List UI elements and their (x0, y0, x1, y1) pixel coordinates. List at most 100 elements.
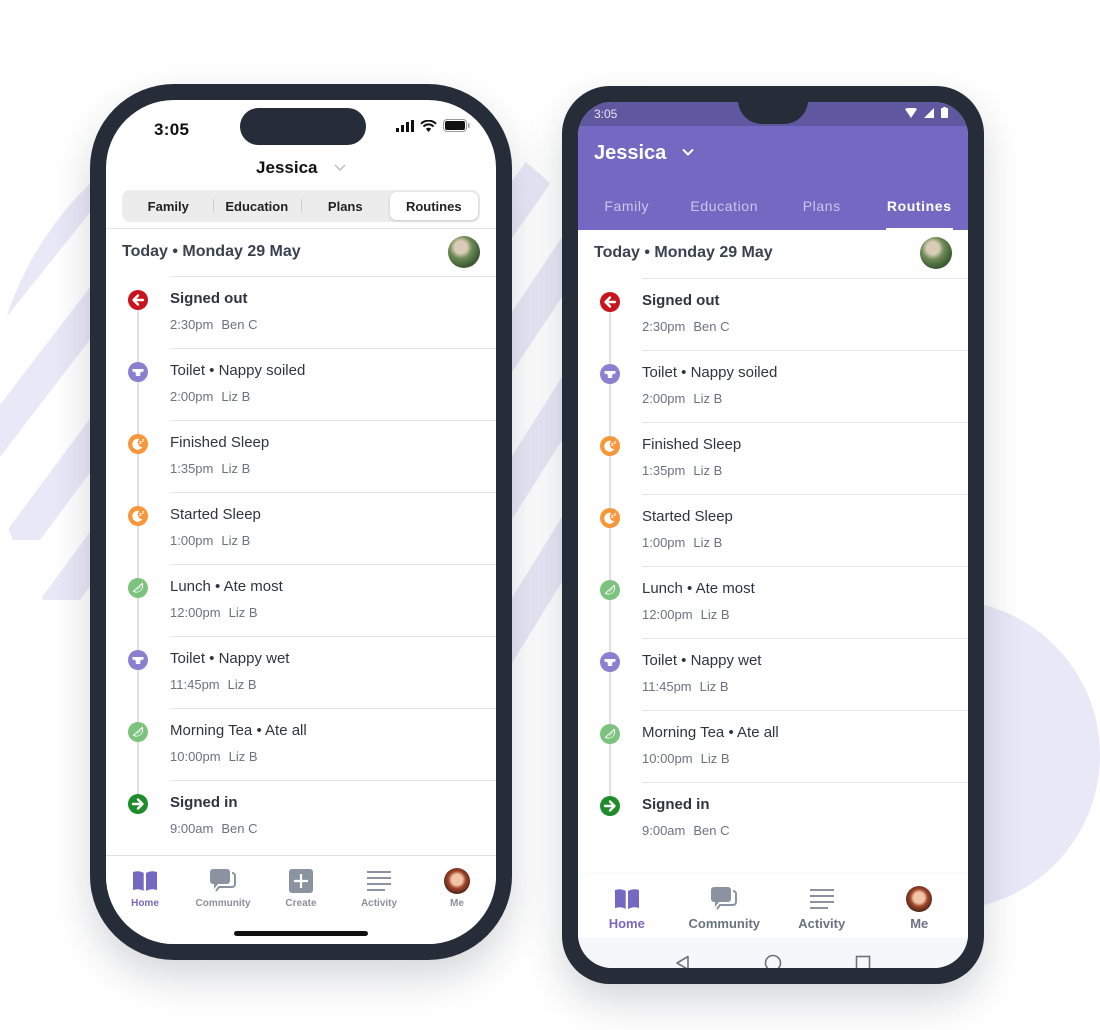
tab-routines[interactable]: Routines (389, 192, 478, 220)
event-meta: 2:00pm Liz B (642, 391, 722, 406)
event-staff: Liz B (693, 463, 723, 478)
event-title: Toilet • Nappy wet (642, 652, 762, 669)
back-icon[interactable] (675, 955, 691, 968)
battery-icon (443, 119, 470, 132)
event-time: 11:45pm (170, 677, 220, 692)
chat-icon (711, 886, 738, 912)
nav-label: Community (195, 898, 251, 909)
nav-activity[interactable]: Activity (773, 874, 871, 940)
nav-label: Community (688, 916, 761, 931)
item-divider (642, 422, 968, 423)
chevron-down-icon (682, 148, 694, 156)
tab-education[interactable]: Education (676, 194, 774, 230)
event-title: Signed out (642, 292, 720, 309)
item-divider (642, 350, 968, 351)
nav-home[interactable]: Home (578, 874, 676, 940)
tab-family[interactable]: Family (124, 192, 213, 220)
nav-home[interactable]: Home (106, 856, 184, 944)
child-avatar[interactable] (448, 236, 480, 268)
timeline-item[interactable]: Lunch • Ate most 12:00pm Liz B (578, 566, 968, 638)
date-label: Today • Monday 29 May (122, 243, 301, 260)
user-avatar (906, 886, 933, 912)
event-title: Started Sleep (642, 508, 733, 525)
timeline-item[interactable]: z z Started Sleep 1:00pm Liz B (578, 494, 968, 566)
event-time: 2:00pm (170, 389, 214, 404)
event-staff: Liz B (221, 533, 251, 548)
header-divider (106, 228, 496, 229)
home-indicator[interactable] (234, 931, 368, 936)
tab-plans[interactable]: Plans (773, 194, 871, 230)
date-header: Today • Monday 29 May (578, 237, 968, 269)
nav-community[interactable]: Community (676, 874, 774, 940)
nav-label: Home (131, 898, 159, 909)
nav-label: Home (608, 916, 645, 931)
timeline-item[interactable]: Signed in 9:00am Ben C (578, 782, 968, 854)
timeline-item[interactable]: Signed out 2:30pm Ben C (106, 276, 496, 348)
event-title: Toilet • Nappy soiled (170, 362, 306, 379)
event-time: 11:45pm (642, 679, 692, 694)
segmented-tabs: Family Education Plans Routines (122, 190, 480, 222)
routine-timeline: Signed out 2:30pm Ben C Toilet • Nappy soil… (578, 278, 968, 854)
item-divider (642, 638, 968, 639)
event-staff: Liz B (228, 605, 258, 620)
event-time: 2:00pm (642, 391, 686, 406)
nav-label: Me (910, 916, 929, 931)
timeline-item[interactable]: z z Started Sleep 1:00pm Liz B (106, 492, 496, 564)
timeline-item[interactable]: Toilet • Nappy soiled 2:00pm Liz B (578, 350, 968, 422)
event-staff: Liz B (693, 535, 723, 550)
child-avatar[interactable] (920, 237, 952, 269)
event-time: 1:00pm (642, 535, 686, 550)
child-selector[interactable]: Jessica (106, 158, 496, 178)
timeline-item[interactable]: Toilet • Nappy wet 11:45pm Liz B (578, 638, 968, 710)
event-time: 2:30pm (642, 319, 686, 334)
timeline-item[interactable]: Morning Tea • Ate all 10:00pm Liz B (578, 710, 968, 782)
nav-label: Create (285, 898, 317, 909)
event-meta: 12:00pm Liz B (642, 607, 730, 622)
item-divider (170, 420, 496, 421)
nav-me[interactable]: Me (871, 874, 969, 940)
timeline-item[interactable]: z z Finished Sleep 1:35pm Liz B (106, 420, 496, 492)
event-staff: Liz B (700, 751, 730, 766)
event-meta: 11:45pm Liz B (170, 677, 257, 692)
timeline-item[interactable]: Toilet • Nappy wet 11:45pm Liz B (106, 636, 496, 708)
event-title: Morning Tea • Ate all (170, 722, 307, 739)
event-title: Signed in (170, 794, 238, 811)
event-title: Finished Sleep (642, 436, 742, 453)
battery-icon (941, 107, 948, 118)
item-divider (170, 492, 496, 493)
item-divider (642, 494, 968, 495)
child-name: Jessica (594, 142, 667, 164)
event-meta: 10:00pm Liz B (170, 749, 258, 764)
tab-routines[interactable]: Routines (871, 194, 969, 230)
nav-me[interactable]: Me (418, 856, 496, 944)
tab-plans[interactable]: Plans (301, 192, 390, 220)
list-icon (809, 886, 835, 912)
item-divider (170, 780, 496, 781)
event-time: 9:00am (642, 823, 686, 838)
avatar (444, 868, 470, 894)
chat-icon (210, 868, 236, 894)
book-icon (132, 868, 158, 894)
event-staff: Liz B (228, 749, 258, 764)
dynamic-island (240, 108, 366, 145)
event-meta: 2:30pm Ben C (642, 319, 730, 334)
event-title: Lunch • Ate most (170, 578, 283, 595)
tab-family[interactable]: Family (578, 194, 676, 230)
android-screen: 3:05 Jessica Family Education Plans Rout… (578, 102, 968, 968)
timeline-item[interactable]: Morning Tea • Ate all 10:00pm Liz B (106, 708, 496, 780)
timeline-item[interactable]: Lunch • Ate most 12:00pm Liz B (106, 564, 496, 636)
timeline-item[interactable]: Signed out 2:30pm Ben C (578, 278, 968, 350)
home-circle-icon[interactable] (764, 954, 782, 968)
timeline-item[interactable]: Signed in 9:00am Ben C (106, 780, 496, 852)
tab-education[interactable]: Education (212, 192, 302, 220)
child-selector[interactable]: Jessica (594, 142, 694, 165)
event-meta: 1:35pm Liz B (642, 463, 722, 478)
item-divider (642, 782, 968, 783)
nav-label: Me (450, 898, 464, 909)
timeline-item[interactable]: z z Finished Sleep 1:35pm Liz B (578, 422, 968, 494)
nappy-icon (128, 650, 148, 670)
chevron-down-icon (334, 164, 346, 171)
recents-icon[interactable] (855, 955, 871, 968)
timeline-item[interactable]: Toilet • Nappy soiled 2:00pm Liz B (106, 348, 496, 420)
android-app-bar: Jessica Family Education Plans Routines (578, 126, 968, 230)
